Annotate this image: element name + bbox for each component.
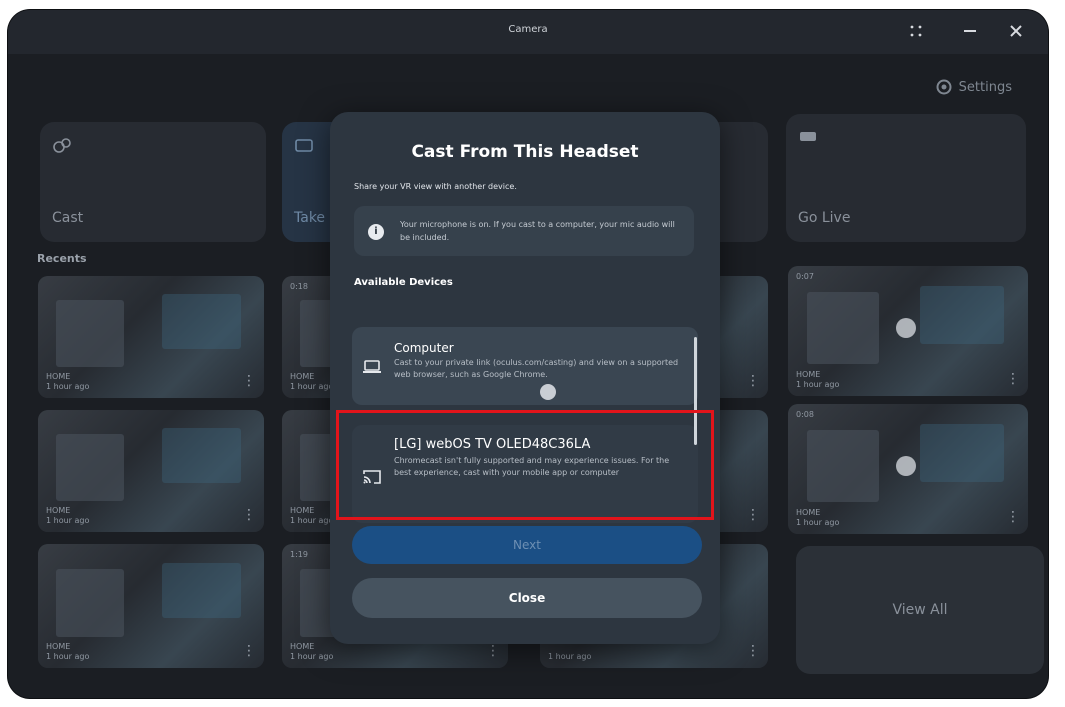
device-description: Cast to your private link (oculus.com/ca… xyxy=(394,358,679,379)
thumbnail-title: HOME xyxy=(290,372,315,381)
cast-dialog: Cast From This Headset Share your VR vie… xyxy=(330,112,720,644)
thumbnail-title: HOME xyxy=(796,370,821,379)
go-live-label: Go Live xyxy=(798,210,851,226)
info-icon: i xyxy=(368,224,384,240)
device-option-computer[interactable]: Computer Cast to your private link (ocul… xyxy=(352,327,698,405)
thumbnail-time: 1 hour ago xyxy=(46,516,90,525)
thumbnail-title: HOME xyxy=(290,642,315,651)
recording-thumbnail[interactable]: 0:08 HOME 1 hour ago ⋮ xyxy=(788,404,1028,534)
thumbnail-title: HOME xyxy=(290,506,315,515)
thumbnail-title: HOME xyxy=(46,506,71,515)
thumbnail-duration: 1:19 xyxy=(290,550,308,559)
thumbnail-title: HOME xyxy=(46,372,71,381)
more-options-icon[interactable]: ⋮ xyxy=(242,644,256,658)
more-options-icon[interactable]: ⋮ xyxy=(746,374,760,388)
thumbnail-title: HOME xyxy=(796,508,821,517)
gear-icon xyxy=(936,79,952,95)
microphone-notice: i Your microphone is on. If you cast to … xyxy=(354,206,694,256)
thumbnail-title: HOME xyxy=(46,642,71,651)
more-options-icon[interactable]: ⋮ xyxy=(746,508,760,522)
available-devices-heading: Available Devices xyxy=(354,277,453,288)
play-icon[interactable] xyxy=(896,318,916,338)
recording-thumbnail[interactable]: HOME 1 hour ago ⋮ xyxy=(38,410,264,532)
thumbnail-duration: 0:18 xyxy=(290,282,308,291)
recording-thumbnail[interactable]: 0:07 HOME 1 hour ago ⋮ xyxy=(788,266,1028,396)
close-icon[interactable] xyxy=(1001,16,1031,46)
thumbnail-duration: 0:08 xyxy=(796,410,814,419)
highlight-box xyxy=(336,410,714,520)
more-options-icon[interactable]: ⋮ xyxy=(1006,372,1020,386)
take-tile-label: Take xyxy=(294,210,326,226)
more-options-icon[interactable]: ⋮ xyxy=(242,508,256,522)
title-bar: Camera xyxy=(8,10,1048,54)
laptop-icon xyxy=(363,360,381,373)
notice-text: Your microphone is on. If you cast to a … xyxy=(400,220,675,242)
settings-button[interactable]: Settings xyxy=(935,78,1012,96)
grid-icon[interactable] xyxy=(901,16,931,46)
recents-heading: Recents xyxy=(37,252,87,265)
thumbnail-time: 1 hour ago xyxy=(548,652,592,661)
next-button[interactable]: Next xyxy=(352,526,702,564)
settings-label: Settings xyxy=(958,79,1012,95)
cast-tile-label: Cast xyxy=(52,210,84,226)
thumbnail-time: 1 hour ago xyxy=(290,382,334,391)
thumbnail-time: 1 hour ago xyxy=(290,652,334,661)
pointer-cursor xyxy=(540,384,556,400)
thumbnail-time: 1 hour ago xyxy=(46,652,90,661)
thumbnail-time: 1 hour ago xyxy=(46,382,90,391)
thumbnail-time: 1 hour ago xyxy=(796,380,840,389)
more-options-icon[interactable]: ⋮ xyxy=(242,374,256,388)
more-options-icon[interactable]: ⋮ xyxy=(746,644,760,658)
thumbnail-time: 1 hour ago xyxy=(796,518,840,527)
dialog-subtitle: Share your VR view with another device. xyxy=(354,182,517,191)
device-name: Computer xyxy=(394,341,454,355)
thumbnail-duration: 0:07 xyxy=(796,272,814,281)
recording-thumbnail[interactable]: HOME 1 hour ago ⋮ xyxy=(38,276,264,398)
live-icon xyxy=(800,132,816,141)
minimize-icon[interactable] xyxy=(955,16,985,46)
camera-icon xyxy=(295,139,313,152)
cast-tile[interactable]: Cast xyxy=(40,122,266,242)
cast-icon xyxy=(53,138,71,153)
recording-thumbnail[interactable]: HOME 1 hour ago ⋮ xyxy=(38,544,264,668)
window-title: Camera xyxy=(508,24,548,35)
view-all-button[interactable]: View All xyxy=(796,546,1044,674)
more-options-icon[interactable]: ⋮ xyxy=(486,644,500,658)
more-options-icon[interactable]: ⋮ xyxy=(1006,510,1020,524)
play-icon[interactable] xyxy=(896,456,916,476)
thumbnail-time: 1 hour ago xyxy=(290,516,334,525)
dialog-title: Cast From This Headset xyxy=(411,142,639,162)
go-live-tile[interactable]: Go Live xyxy=(786,114,1026,242)
close-button[interactable]: Close xyxy=(352,578,702,618)
